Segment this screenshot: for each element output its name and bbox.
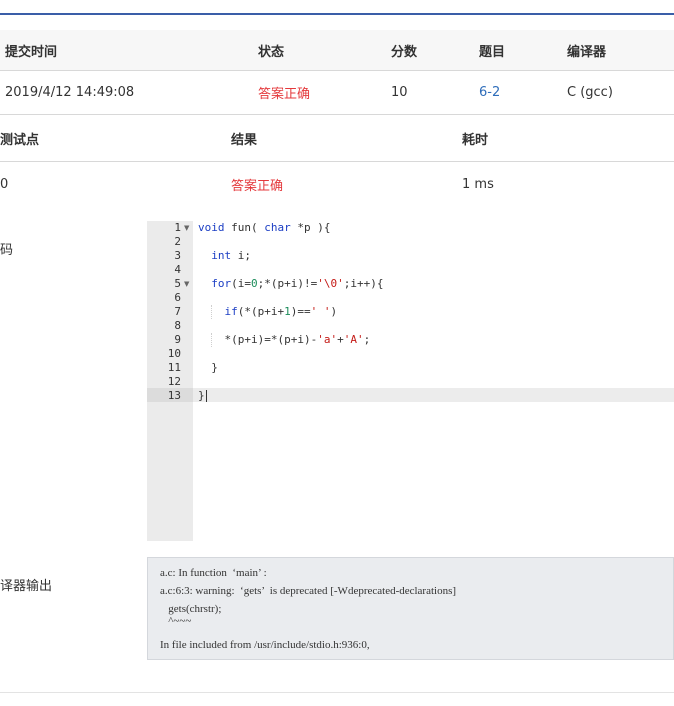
header-elapsed: 耗时	[462, 132, 489, 148]
line-number: 11	[167, 361, 181, 374]
code-line: 6	[147, 291, 674, 305]
code-text: int i;	[211, 249, 251, 262]
code-line: 9 *(p+i)=*(p+i)-'a'+'A';	[147, 333, 674, 347]
code-text: }	[198, 361, 218, 374]
line-number: 8	[174, 319, 181, 332]
code-line: 8	[147, 319, 674, 333]
line-number: 12	[167, 375, 181, 388]
test-case-id: 0	[0, 176, 9, 192]
header-test-case: 测试点	[0, 132, 40, 148]
status-badge: 答案正确	[258, 87, 311, 102]
line-number: 4	[174, 263, 181, 276]
line-number: 2	[174, 235, 181, 248]
code-line: 11 }	[147, 361, 674, 375]
code-label: 码	[0, 243, 14, 258]
code-text: *(p+i)=*(p+i)-'a'+'A';	[198, 333, 371, 346]
code-line: 12	[147, 375, 674, 389]
fold-arrow-icon[interactable]: ▼	[184, 277, 189, 291]
compiler-output-label: 译器输出	[0, 579, 53, 594]
code-line: 10	[147, 347, 674, 361]
text-cursor	[205, 390, 207, 402]
compiler-output-line: In file included from /usr/include/stdio…	[160, 639, 370, 651]
code-text: for(i=0;*(p+i)!='\0';i++){	[211, 277, 384, 290]
line-number: 3	[174, 249, 181, 262]
problem-link[interactable]: 6-2	[479, 71, 500, 114]
code-text: void fun( char *p ){	[198, 221, 331, 234]
test-elapsed: 1 ms	[462, 176, 494, 192]
submission-table-header: 提交时间 状态 分数 题目 编译器	[0, 30, 674, 71]
compiler-output-line: a.c:6:3: warning: ‘gets’ is deprecated […	[160, 585, 457, 597]
test-table-header: 测试点 结果 耗时	[0, 115, 674, 162]
code-line: 1 ▼ void fun( char *p ){	[147, 221, 674, 235]
header-submit-time: 提交时间	[5, 44, 58, 60]
submit-time: 2019/4/12 14:49:08	[5, 85, 135, 100]
line-number: 9	[174, 333, 181, 346]
score-value: 10	[391, 85, 408, 100]
compiler-output-line: ^~~~	[160, 615, 192, 627]
compiler-output-line: a.c: In function ‘main’ :	[160, 567, 267, 579]
line-number: 1	[174, 221, 181, 234]
line-number: 6	[174, 291, 181, 304]
code-line: 5 ▼ for(i=0;*(p+i)!='\0';i++){	[147, 277, 674, 291]
code-line: 3 int i;	[147, 249, 674, 263]
header-status: 状态	[258, 44, 285, 60]
header-problem: 题目	[479, 44, 506, 60]
bottom-divider	[0, 692, 674, 693]
compiler-value: C (gcc)	[567, 85, 613, 100]
submission-row: 2019/4/12 14:49:08 答案正确 10 6-2 C (gcc)	[0, 71, 674, 115]
code-text: if(*(p+i+1)==' ')	[224, 305, 338, 318]
test-case-row: 0 答案正确 1 ms	[0, 162, 674, 206]
line-number: 13	[167, 389, 181, 402]
header-score: 分数	[391, 44, 418, 60]
code-line: 4	[147, 263, 674, 277]
header-compiler: 编译器	[567, 44, 607, 60]
code-editor[interactable]: 1 ▼ void fun( char *p ){ 2 3 int i; 4 5 …	[147, 221, 674, 541]
line-number: 7	[174, 305, 181, 318]
line-number: 10	[167, 347, 181, 360]
fold-arrow-icon[interactable]: ▼	[184, 221, 189, 235]
code-line: 13 }	[147, 389, 674, 403]
code-line: 2	[147, 235, 674, 249]
top-accent-border	[0, 13, 674, 15]
line-number: 5	[174, 277, 181, 290]
test-result-badge: 答案正确	[231, 178, 284, 194]
code-text: }	[198, 389, 207, 402]
header-result: 结果	[231, 132, 258, 148]
compiler-output-box[interactable]: a.c: In function ‘main’ : a.c:6:3: warni…	[147, 557, 674, 660]
code-line: 7 if(*(p+i+1)==' ')	[147, 305, 674, 319]
